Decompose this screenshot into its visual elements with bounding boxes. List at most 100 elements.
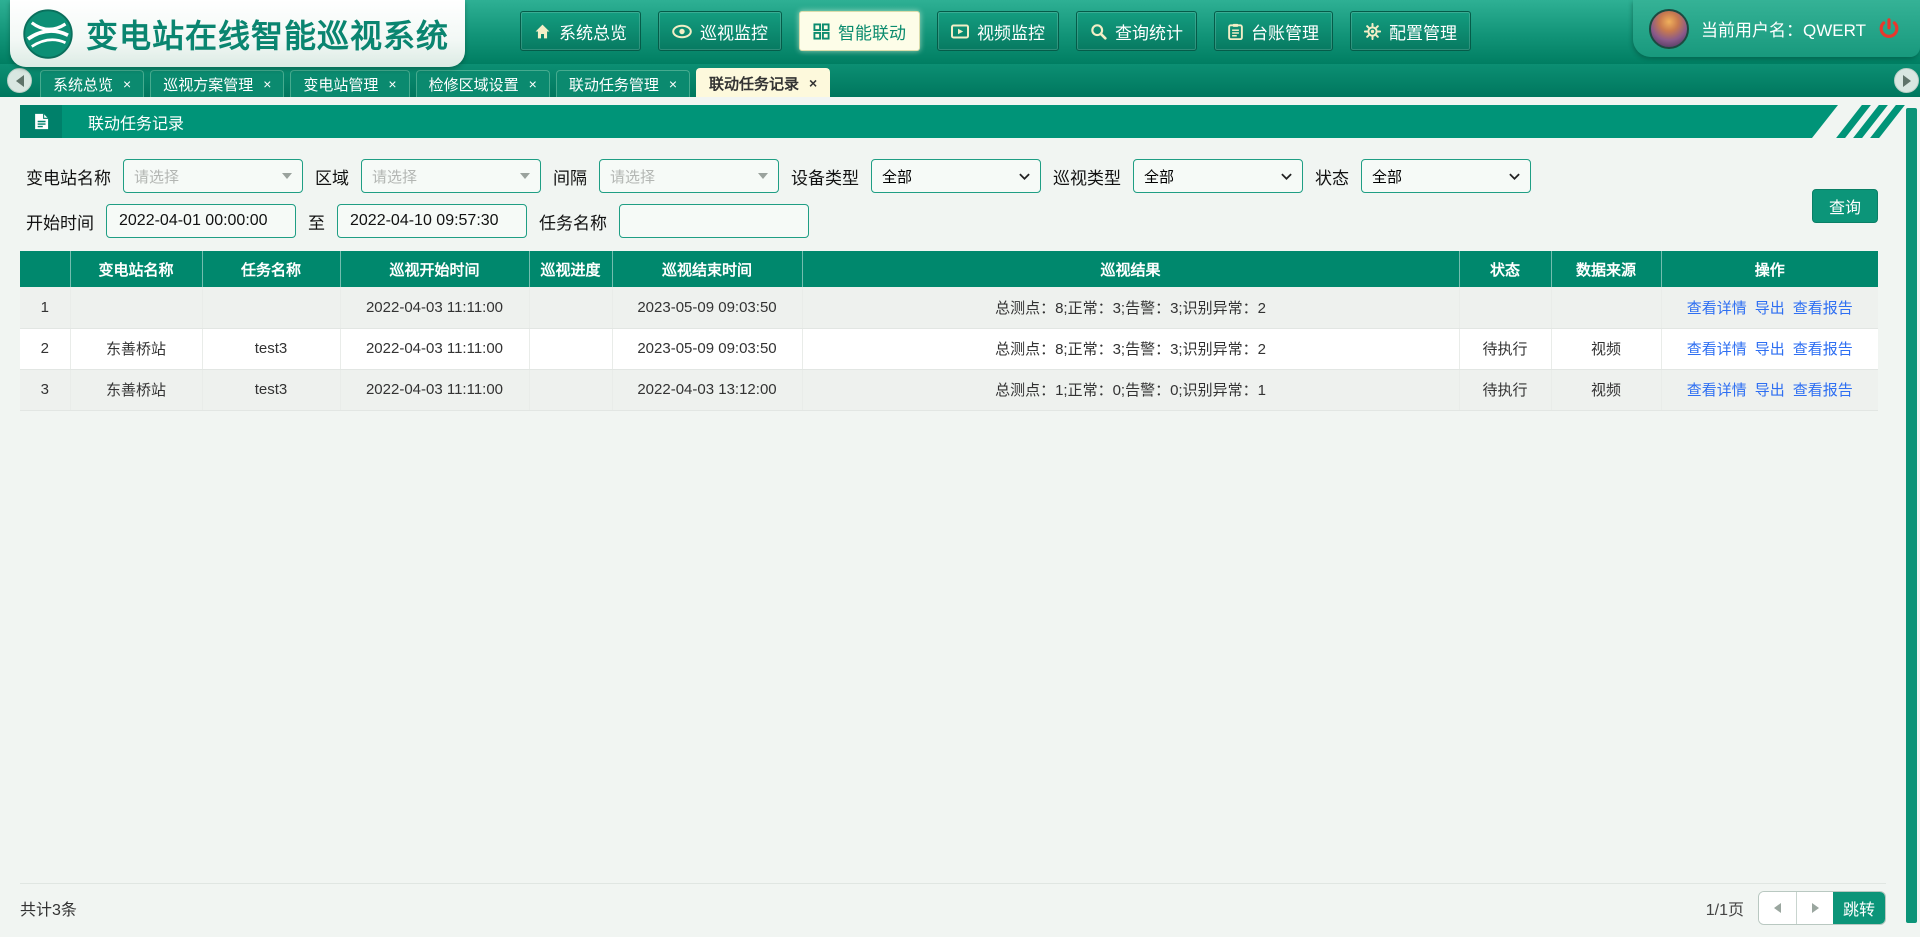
jump-button[interactable]: 跳转: [1833, 892, 1885, 924]
nav-item-label: 系统总览: [559, 19, 627, 44]
nav-item-label: 智能联动: [838, 19, 906, 44]
cell-progress: [529, 328, 612, 369]
export-link[interactable]: 导出: [1755, 341, 1785, 358]
query-button[interactable]: 查询: [1812, 189, 1878, 223]
search-icon: [1090, 23, 1107, 40]
tab-label: 巡视方案管理: [163, 74, 253, 95]
close-icon[interactable]: ×: [123, 77, 131, 91]
view-report-link[interactable]: 查看报告: [1793, 341, 1853, 358]
avatar[interactable]: [1649, 9, 1689, 49]
cell-actions: 查看详情导出查看报告: [1661, 328, 1878, 369]
status-filter-label: 状态: [1315, 164, 1349, 189]
station-select[interactable]: 请选择: [123, 159, 303, 193]
cell-end: 2023-05-09 09:03:50: [612, 287, 802, 328]
tab-bar: 系统总览 × 巡视方案管理 × 变电站管理 × 检修区域设置 × 联动任务管理 …: [0, 64, 1920, 97]
col-header-result: 巡视结果: [802, 251, 1459, 287]
chevron-down-icon: [282, 173, 292, 179]
tab-linkage-task-record[interactable]: 联动任务记录 ×: [696, 68, 830, 97]
start-time-input[interactable]: [106, 204, 296, 238]
bay-select-placeholder: 请选择: [610, 166, 655, 187]
cell-task: test3: [202, 328, 340, 369]
cell-actions: 查看详情导出查看报告: [1661, 369, 1878, 410]
cell-status: 待执行: [1459, 328, 1551, 369]
view-report-link[interactable]: 查看报告: [1793, 382, 1853, 399]
nav-item-patrol-monitor[interactable]: 巡视监控: [658, 11, 782, 51]
cell-result: 总测点：8;正常：3;告警：3;识别异常：2: [802, 287, 1459, 328]
cell-index: 3: [20, 369, 70, 410]
nav-item-label: 查询统计: [1115, 19, 1183, 44]
col-header-start: 巡视开始时间: [340, 251, 529, 287]
tab-maintenance-area[interactable]: 检修区域设置 ×: [416, 70, 550, 97]
home-icon: [534, 23, 551, 40]
nav-item-video-monitor[interactable]: 视频监控: [937, 11, 1059, 51]
end-time-input[interactable]: [337, 204, 527, 238]
station-select-placeholder: 请选择: [134, 166, 179, 187]
col-header-index: [20, 251, 70, 287]
patrol-type-select[interactable]: 全部: [1133, 159, 1303, 193]
bay-select[interactable]: 请选择: [599, 159, 779, 193]
close-icon[interactable]: ×: [263, 77, 271, 91]
next-page-button[interactable]: [1796, 892, 1833, 924]
tab-substation-mgmt[interactable]: 变电站管理 ×: [290, 70, 409, 97]
cell-station: [70, 287, 202, 328]
cell-index: 1: [20, 287, 70, 328]
tab-patrol-plan-mgmt[interactable]: 巡视方案管理 ×: [150, 70, 284, 97]
table-row: 1 2022-04-03 11:11:00 2023-05-09 09:03:5…: [20, 287, 1878, 328]
area-select[interactable]: 请选择: [361, 159, 541, 193]
cell-source: 视频: [1551, 328, 1661, 369]
scrollbar[interactable]: [1906, 108, 1917, 923]
nav-item-label: 配置管理: [1389, 19, 1457, 44]
cell-end: 2022-04-03 13:12:00: [612, 369, 802, 410]
close-icon[interactable]: ×: [388, 77, 396, 91]
tab-scroll-left-button[interactable]: [7, 68, 32, 93]
close-icon[interactable]: ×: [809, 76, 817, 90]
nav-item-query-stats[interactable]: 查询统计: [1076, 11, 1197, 51]
page-indicator: 1/1页: [1706, 896, 1744, 920]
chevron-down-icon: [520, 173, 530, 179]
view-detail-link[interactable]: 查看详情: [1687, 382, 1747, 399]
cell-task: test3: [202, 369, 340, 410]
prev-page-button[interactable]: [1759, 892, 1796, 924]
table-header-row: 变电站名称 任务名称 巡视开始时间 巡视进度 巡视结束时间 巡视结果 状态 数据…: [20, 251, 1878, 287]
cell-station: 东善桥站: [70, 328, 202, 369]
link-grid-icon: [813, 23, 830, 40]
device-type-select[interactable]: 全部: [871, 159, 1041, 193]
tab-system-overview[interactable]: 系统总览 ×: [40, 70, 144, 97]
tab-scroll-right-button[interactable]: [1894, 68, 1919, 93]
cell-result: 总测点：8;正常：3;告警：3;识别异常：2: [802, 328, 1459, 369]
col-header-station: 变电站名称: [70, 251, 202, 287]
app-title: 变电站在线智能巡视系统: [86, 11, 449, 57]
page-title-bar: 联动任务记录: [20, 105, 1900, 138]
nav-item-smart-linkage[interactable]: 智能联动: [799, 11, 920, 51]
col-header-status: 状态: [1459, 251, 1551, 287]
chevron-left-icon: [1774, 903, 1781, 913]
top-header: 变电站在线智能巡视系统 系统总览 巡视监控 智能联动: [0, 0, 1920, 64]
view-report-link[interactable]: 查看报告: [1793, 300, 1853, 317]
pager: 跳转: [1758, 891, 1886, 925]
tab-label: 联动任务记录: [709, 73, 799, 94]
nav-item-config-mgmt[interactable]: 配置管理: [1350, 11, 1471, 51]
chevron-left-icon: [16, 75, 24, 87]
view-detail-link[interactable]: 查看详情: [1687, 300, 1747, 317]
task-name-input[interactable]: [619, 204, 809, 238]
close-icon[interactable]: ×: [529, 77, 537, 91]
logout-power-icon[interactable]: [1878, 18, 1900, 40]
view-detail-link[interactable]: 查看详情: [1687, 341, 1747, 358]
chevron-right-icon: [1812, 903, 1819, 913]
tab-linkage-task-mgmt[interactable]: 联动任务管理 ×: [556, 70, 690, 97]
close-icon[interactable]: ×: [669, 77, 677, 91]
export-link[interactable]: 导出: [1755, 300, 1785, 317]
nav-item-ledger-mgmt[interactable]: 台账管理: [1214, 11, 1333, 51]
table-row: 3 东善桥站 test3 2022-04-03 11:11:00 2022-04…: [20, 369, 1878, 410]
status-select[interactable]: 全部: [1361, 159, 1531, 193]
col-header-progress: 巡视进度: [529, 251, 612, 287]
cell-progress: [529, 287, 612, 328]
export-link[interactable]: 导出: [1755, 382, 1785, 399]
cell-status: 待执行: [1459, 369, 1551, 410]
col-header-task: 任务名称: [202, 251, 340, 287]
tab-label: 变电站管理: [303, 74, 378, 95]
clipboard-icon: [1228, 23, 1243, 40]
record-table: 变电站名称 任务名称 巡视开始时间 巡视进度 巡视结束时间 巡视结果 状态 数据…: [20, 251, 1878, 411]
document-icon: [20, 105, 62, 138]
nav-item-system-overview[interactable]: 系统总览: [520, 11, 641, 51]
